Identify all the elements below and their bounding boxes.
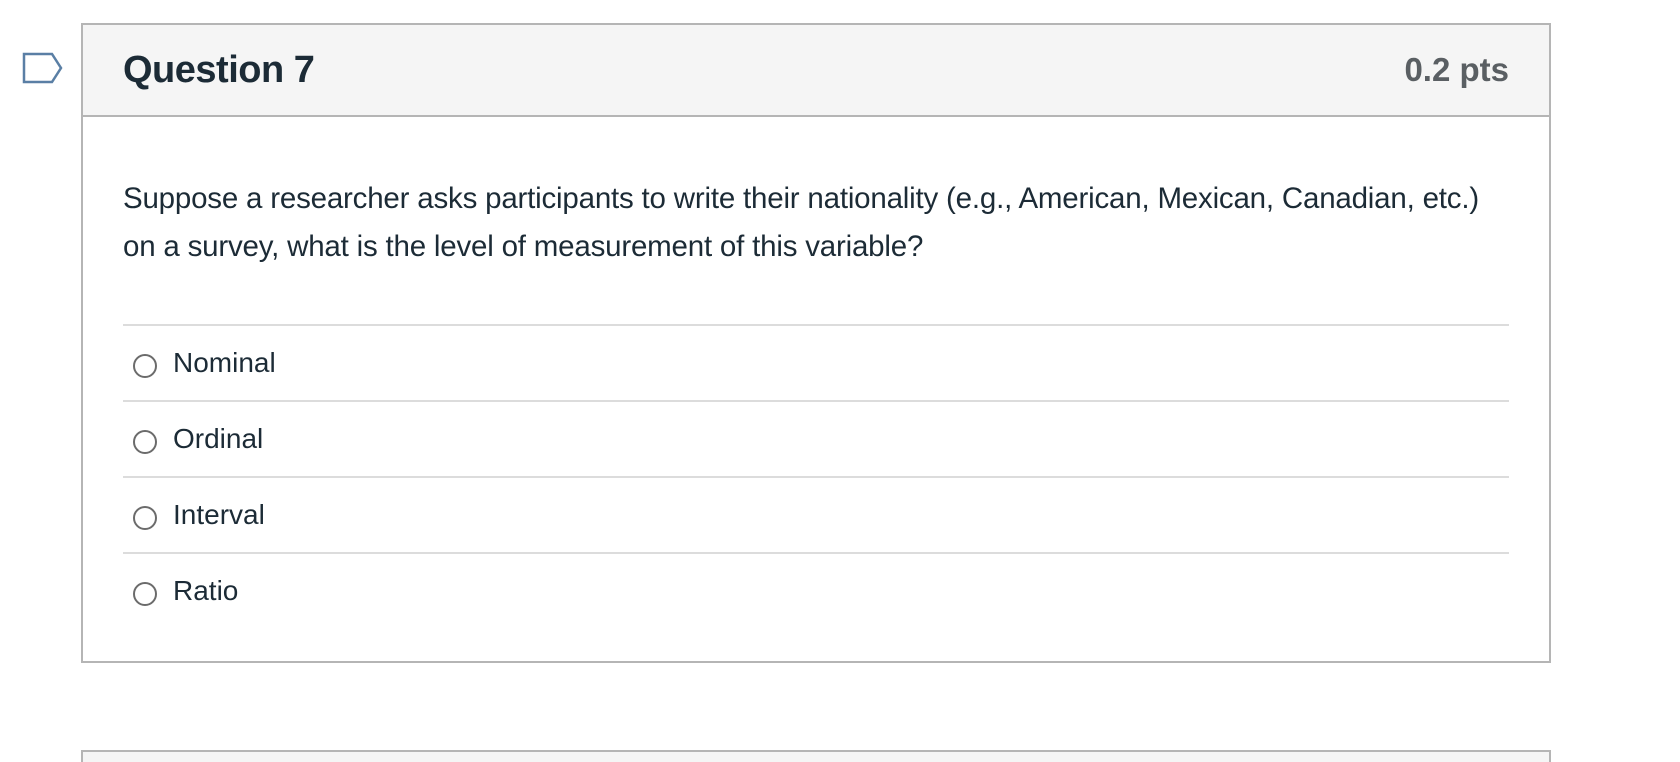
question-card: Question 7 0.2 pts Suppose a researcher … <box>81 23 1551 663</box>
question-title: Question 7 <box>123 48 315 91</box>
question-body: Suppose a researcher asks participants t… <box>83 117 1549 628</box>
answer-list: Nominal Ordinal Interval Ratio <box>123 324 1509 628</box>
radio-button[interactable] <box>133 354 157 378</box>
answer-label: Ratio <box>173 575 239 606</box>
next-question-card <box>81 750 1551 762</box>
answer-option-nominal[interactable]: Nominal <box>123 326 1509 402</box>
answer-option-interval[interactable]: Interval <box>123 478 1509 554</box>
quiz-page: Question 7 0.2 pts Suppose a researcher … <box>0 0 1680 762</box>
question-points: 0.2 pts <box>1404 51 1509 88</box>
flag-question-icon[interactable] <box>22 52 64 84</box>
question-text: Suppose a researcher asks participants t… <box>123 182 1479 263</box>
answer-label: Interval <box>173 499 265 530</box>
answer-option-ratio[interactable]: Ratio <box>123 554 1509 628</box>
radio-button[interactable] <box>133 506 157 530</box>
radio-button[interactable] <box>133 582 157 606</box>
answer-label: Nominal <box>173 347 276 378</box>
radio-button[interactable] <box>133 430 157 454</box>
question-header: Question 7 0.2 pts <box>83 25 1549 117</box>
answer-option-ordinal[interactable]: Ordinal <box>123 402 1509 478</box>
answer-label: Ordinal <box>173 423 264 454</box>
